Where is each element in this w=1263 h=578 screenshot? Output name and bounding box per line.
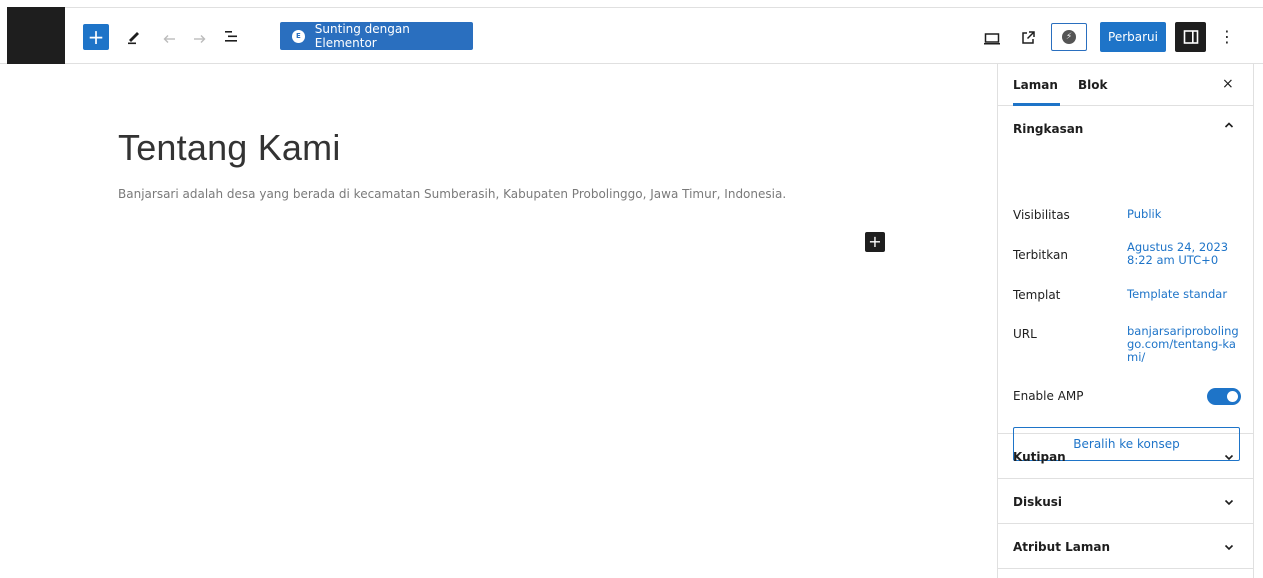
list-view-icon <box>225 31 237 42</box>
tab-laman[interactable]: Laman <box>1013 78 1058 92</box>
desktop-icon <box>984 33 1000 45</box>
publish-label: Terbitkan <box>1013 248 1068 262</box>
block-appender-button[interactable]: + <box>865 232 885 252</box>
url-value[interactable]: banjarsariprobolinggo.com/tentang-kami/ <box>1127 325 1239 364</box>
editor-toolbar: + E Sunting dengan Elementor ⚡ Perbarui … <box>0 0 1263 64</box>
summary-panel-header[interactable]: Ringkasan <box>998 106 1253 150</box>
chevron-up-icon <box>1224 122 1234 128</box>
preview-button[interactable] <box>980 26 1004 50</box>
redo-icon <box>194 35 206 43</box>
more-vertical-icon: ⋮ <box>1219 26 1235 46</box>
discussion-panel: Diskusi <box>998 479 1253 524</box>
template-value[interactable]: Template standar <box>1127 288 1239 301</box>
page-attributes-panel: Atribut Laman <box>998 524 1253 569</box>
amp-toggle-button[interactable]: ⚡ <box>1051 23 1087 51</box>
url-label: URL <box>1013 327 1037 341</box>
amp-label: Enable AMP <box>1013 389 1084 403</box>
chevron-down-icon <box>1224 454 1234 461</box>
chevron-down-icon <box>1224 544 1234 551</box>
wordpress-logo-button[interactable] <box>7 7 65 64</box>
external-link-icon <box>1022 31 1035 44</box>
close-sidebar-button[interactable]: × <box>1222 76 1234 92</box>
options-menu-button[interactable]: ⋮ <box>1217 24 1237 48</box>
tools-button[interactable] <box>122 24 146 48</box>
summary-panel: Ringkasan Visibilitas Publik Terbitkan A… <box>998 106 1253 461</box>
elementor-icon: E <box>292 29 305 43</box>
add-block-button[interactable]: + <box>83 24 109 50</box>
discussion-panel-title: Diskusi <box>1013 495 1062 509</box>
undo-button[interactable] <box>157 24 181 48</box>
toolbar-divider <box>65 7 1263 8</box>
summary-panel-title: Ringkasan <box>1013 122 1084 136</box>
sidebar-icon <box>1183 30 1198 44</box>
amp-lightning-icon: ⚡ <box>1062 30 1076 44</box>
paragraph-block[interactable]: Banjarsari adalah desa yang berada di ke… <box>118 187 786 201</box>
undo-icon <box>163 35 175 43</box>
chevron-down-icon <box>1224 499 1234 506</box>
view-page-button[interactable] <box>1016 26 1040 50</box>
sidebar-tabs: Laman Blok × <box>998 64 1253 106</box>
plus-icon: + <box>868 232 882 251</box>
template-label: Templat <box>1013 288 1061 302</box>
settings-sidebar: Laman Blok × Ringkasan Visibilitas Publi… <box>997 64 1254 578</box>
redo-button[interactable] <box>188 24 212 48</box>
excerpt-panel: Kutipan <box>998 434 1253 479</box>
amp-row: Enable AMP <box>1013 388 1241 405</box>
publish-date-value[interactable]: Agustus 24, 2023 8:22 am UTC+0 <box>1127 241 1239 267</box>
tab-blok[interactable]: Blok <box>1078 78 1107 92</box>
page-title[interactable]: Tentang Kami <box>118 127 341 169</box>
settings-sidebar-toggle[interactable] <box>1175 22 1206 52</box>
plus-icon: + <box>87 25 105 49</box>
visibility-value[interactable]: Publik <box>1127 208 1239 221</box>
elementor-button-label: Sunting dengan Elementor <box>314 22 410 50</box>
pencil-icon <box>128 32 139 45</box>
visibility-label: Visibilitas <box>1013 208 1070 222</box>
update-button[interactable]: Perbarui <box>1100 22 1166 52</box>
edit-with-elementor-button[interactable]: E Sunting dengan Elementor <box>280 22 473 50</box>
discussion-panel-header[interactable]: Diskusi <box>998 479 1253 523</box>
excerpt-panel-header[interactable]: Kutipan <box>998 434 1253 478</box>
document-overview-button[interactable] <box>219 24 243 48</box>
enable-amp-toggle[interactable] <box>1207 388 1241 405</box>
page-attributes-panel-header[interactable]: Atribut Laman <box>998 524 1253 568</box>
excerpt-panel-title: Kutipan <box>1013 450 1066 464</box>
toggle-knob <box>1227 391 1238 402</box>
page-attributes-panel-title: Atribut Laman <box>1013 540 1110 554</box>
